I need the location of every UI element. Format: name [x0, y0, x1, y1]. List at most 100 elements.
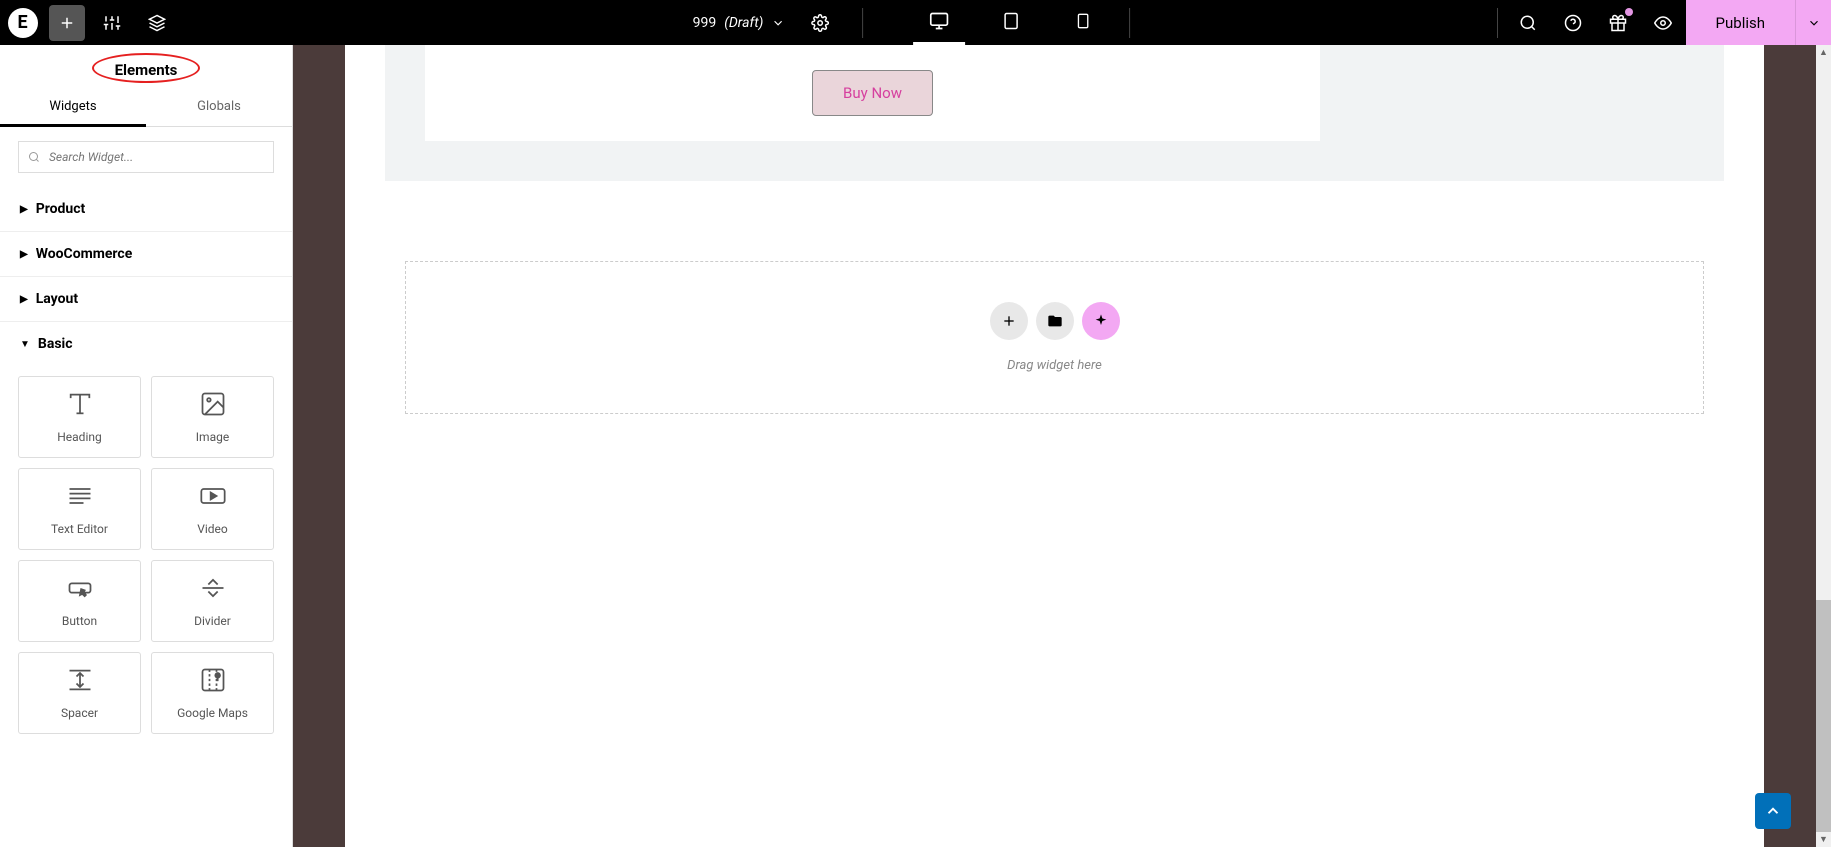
- publish-label: Publish: [1716, 14, 1765, 32]
- category-woocommerce[interactable]: ▶ WooCommerce: [0, 232, 292, 277]
- scroll-to-top-button[interactable]: [1755, 793, 1791, 829]
- ai-button[interactable]: [1082, 302, 1120, 340]
- widget-label: Spacer: [61, 706, 98, 720]
- widget-text-editor[interactable]: Text Editor: [18, 468, 141, 550]
- category-label: Product: [36, 201, 86, 217]
- scroll-up-arrow[interactable]: ▲: [1816, 45, 1831, 60]
- finder-button[interactable]: [1506, 0, 1551, 45]
- notification-dot-icon: [1625, 8, 1633, 16]
- tab-globals[interactable]: Globals: [146, 89, 292, 126]
- category-basic[interactable]: ▼ Basic: [0, 322, 292, 366]
- search-wrapper: [0, 127, 292, 187]
- page-settings-button[interactable]: [797, 0, 842, 45]
- elementor-logo-icon: E: [8, 8, 38, 38]
- page-title-dropdown[interactable]: 999 (Draft): [693, 15, 786, 31]
- scroll-down-arrow[interactable]: ▼: [1816, 832, 1831, 847]
- category-label: Basic: [38, 336, 73, 352]
- category-layout[interactable]: ▶ Layout: [0, 277, 292, 322]
- help-button[interactable]: [1551, 0, 1596, 45]
- sliders-icon: [103, 14, 121, 32]
- sparkle-icon: [1093, 313, 1109, 329]
- widget-button[interactable]: Button: [18, 560, 141, 642]
- add-element-button[interactable]: [49, 5, 85, 41]
- elements-sidebar: Elements Widgets Globals ▶ Product ▶ Woo…: [0, 45, 293, 847]
- draft-badge: (Draft): [724, 15, 763, 31]
- plus-icon: [1001, 313, 1017, 329]
- editor-canvas: Buy Now Drag widget here Copyright © 202…: [293, 45, 1816, 847]
- map-icon: [199, 666, 227, 694]
- tab-widgets[interactable]: Widgets: [0, 89, 146, 127]
- folder-icon: [1047, 313, 1063, 329]
- site-settings-button[interactable]: [89, 0, 134, 45]
- chevron-down-icon: [1807, 16, 1821, 30]
- sidebar-title: Elements: [95, 59, 198, 81]
- plus-icon: [58, 14, 76, 32]
- widget-spacer[interactable]: Spacer: [18, 652, 141, 734]
- chevron-down-icon: ▼: [20, 339, 30, 350]
- text-editor-icon: [66, 482, 94, 510]
- top-bar: E 999 (Draft): [0, 0, 1831, 45]
- chevron-right-icon: ▶: [20, 249, 28, 260]
- gift-icon: [1609, 14, 1627, 32]
- device-switcher: [913, 0, 1109, 45]
- widget-divider[interactable]: Divider: [151, 560, 274, 642]
- mobile-icon: [1075, 13, 1091, 29]
- category-product[interactable]: ▶ Product: [0, 187, 292, 232]
- elementor-logo-button[interactable]: E: [0, 0, 45, 45]
- tablet-icon: [1002, 12, 1020, 30]
- vertical-scrollbar[interactable]: ▲ ▼: [1816, 45, 1831, 847]
- spacer-icon: [66, 666, 94, 694]
- top-left-group: E: [0, 0, 179, 45]
- widget-heading[interactable]: Heading: [18, 376, 141, 458]
- sidebar-tabs: Widgets Globals: [0, 89, 292, 127]
- gear-icon: [811, 14, 829, 32]
- layers-icon: [148, 14, 166, 32]
- sidebar-title-area: Elements: [0, 45, 292, 89]
- search-icon: [1519, 14, 1537, 32]
- structure-button[interactable]: [134, 0, 179, 45]
- divider: [862, 8, 863, 38]
- widget-label: Text Editor: [51, 522, 108, 536]
- product-section[interactable]: Buy Now: [385, 45, 1724, 181]
- desktop-device-button[interactable]: [913, 0, 965, 45]
- search-input[interactable]: [18, 141, 274, 173]
- chevron-right-icon: ▶: [20, 204, 28, 215]
- add-section-button[interactable]: [990, 302, 1028, 340]
- category-label: WooCommerce: [36, 246, 133, 262]
- chevron-up-icon: [1764, 802, 1782, 820]
- divider: [1497, 8, 1498, 38]
- drop-zone-hint: Drag widget here: [446, 358, 1663, 373]
- whats-new-button[interactable]: [1596, 0, 1641, 45]
- widgets-grid: Heading Image Text Editor Video Button D…: [0, 366, 292, 744]
- widget-label: Video: [197, 522, 228, 536]
- top-center-group: 999 (Draft): [693, 0, 1139, 45]
- eye-icon: [1654, 14, 1672, 32]
- top-right-group: Publish: [1489, 0, 1831, 45]
- page-content: Buy Now Drag widget here: [345, 45, 1764, 847]
- widget-video[interactable]: Video: [151, 468, 274, 550]
- drop-zone-actions: [446, 302, 1663, 340]
- image-icon: [199, 390, 227, 418]
- category-label: Layout: [36, 291, 78, 307]
- preview-button[interactable]: [1641, 0, 1686, 45]
- video-icon: [199, 482, 227, 510]
- chevron-right-icon: ▶: [20, 294, 28, 305]
- publish-button[interactable]: Publish: [1686, 0, 1795, 45]
- add-template-button[interactable]: [1036, 302, 1074, 340]
- scroll-thumb[interactable]: [1816, 600, 1831, 832]
- search-icon: [28, 151, 40, 163]
- chevron-down-icon: [771, 16, 785, 30]
- widget-label: Heading: [57, 430, 102, 444]
- widget-label: Image: [196, 430, 229, 444]
- mobile-device-button[interactable]: [1057, 0, 1109, 45]
- drop-zone[interactable]: Drag widget here: [405, 261, 1704, 414]
- widget-label: Button: [62, 614, 97, 628]
- desktop-icon: [929, 11, 949, 31]
- buy-now-button[interactable]: Buy Now: [812, 70, 933, 116]
- widget-image[interactable]: Image: [151, 376, 274, 458]
- widget-google-maps[interactable]: Google Maps: [151, 652, 274, 734]
- button-icon: [66, 574, 94, 602]
- tablet-device-button[interactable]: [985, 0, 1037, 45]
- page-name: 999: [693, 15, 717, 31]
- publish-options-button[interactable]: [1795, 0, 1831, 45]
